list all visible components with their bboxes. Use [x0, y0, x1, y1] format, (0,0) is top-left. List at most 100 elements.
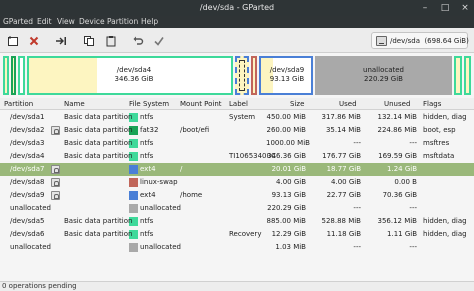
- cell-filesystem: ntfs: [140, 152, 154, 160]
- cell-size: 1.03 MiB: [275, 243, 306, 251]
- table-row[interactable]: /dev/sda2 Basic data partition fat32/boot/…: [0, 124, 474, 137]
- device-name: /dev/sda: [390, 37, 420, 45]
- cell-used: ---: [353, 204, 361, 212]
- col-partition[interactable]: Partition: [4, 100, 33, 108]
- menu-help[interactable]: Help: [141, 17, 158, 26]
- map-sda7[interactable]: [235, 56, 249, 95]
- map-sda5[interactable]: [454, 56, 462, 95]
- table-row[interactable]: /dev/sda6 Basic data partition ntfs Recover…: [0, 228, 474, 241]
- apply-icon: [153, 36, 164, 46]
- cell-used: 176.77 GiB: [322, 152, 361, 160]
- cell-size: 885.00 MiB: [266, 217, 306, 225]
- cell-used: ---: [353, 243, 361, 251]
- cell-filesystem: linux-swap: [140, 178, 178, 186]
- cell-size: 20.01 GiB: [271, 165, 306, 173]
- map-sda1[interactable]: [3, 56, 9, 95]
- cell-filesystem: ntfs: [140, 139, 154, 147]
- minimize-icon[interactable]: –: [420, 3, 430, 13]
- paste-icon: [106, 35, 115, 46]
- cell-unused: 1.24 GiB: [387, 165, 417, 173]
- col-label[interactable]: Label: [229, 100, 248, 108]
- copy-button[interactable]: [81, 33, 96, 48]
- cell-size: 260.00 MiB: [266, 126, 306, 134]
- cell-size: 93.13 GiB: [271, 191, 306, 199]
- lock-icon: [51, 191, 60, 200]
- cell-unused: 356.12 MiB: [377, 217, 417, 225]
- filesystem-color-swatch: [129, 165, 138, 174]
- cell-label: Recovery: [229, 230, 262, 238]
- col-mount-point[interactable]: Mount Point: [180, 100, 222, 108]
- cell-partition: /dev/sda5: [10, 217, 45, 225]
- cell-size: 4.00 GiB: [276, 178, 306, 186]
- table-row[interactable]: /dev/sda5 Basic data partition ntfs 885.00 …: [0, 215, 474, 228]
- col-size[interactable]: Size: [290, 100, 304, 108]
- cell-used: 18.77 GiB: [326, 165, 361, 173]
- menu-view[interactable]: View: [57, 17, 75, 26]
- table-row[interactable]: /dev/sda9 ext4/home 93.13 GiB 22.77 GiB 70.3…: [0, 189, 474, 202]
- cell-size: 12.29 GiB: [271, 230, 306, 238]
- cell-size: 1000.00 MiB: [266, 139, 310, 147]
- map-sda4[interactable]: /dev/sda4 346.36 GiB: [27, 56, 233, 95]
- cell-size: 220.29 GiB: [267, 204, 306, 212]
- menu-partition[interactable]: Partition: [107, 17, 138, 26]
- map-sda9[interactable]: /dev/sda9 93.13 GiB: [259, 56, 313, 95]
- status-text: 0 operations pending: [2, 282, 77, 290]
- cell-unused: 224.86 MiB: [377, 126, 417, 134]
- cell-label: System: [229, 113, 256, 121]
- map-sda4-size: 346.36 GiB: [114, 75, 154, 83]
- cell-partition: unallocated: [10, 204, 51, 212]
- resize-move-button[interactable]: [53, 33, 68, 48]
- col-used[interactable]: Used: [339, 100, 357, 108]
- cell-unused: 70.36 GiB: [382, 191, 417, 199]
- map-sda6[interactable]: [464, 56, 471, 95]
- new-partition-button[interactable]: [5, 33, 20, 48]
- table-row[interactable]: /dev/sda8 linux-swap 4.00 GiB 4.00 GiB 0.00 …: [0, 176, 474, 189]
- table-row[interactable]: unallocated unallocated 1.03 MiB --- ---: [0, 241, 474, 254]
- undo-button[interactable]: [130, 33, 145, 48]
- col-flags[interactable]: Flags: [423, 100, 441, 108]
- cell-partition: /dev/sda7: [10, 165, 45, 173]
- col-name[interactable]: Name: [64, 100, 85, 108]
- cell-used: 11.18 GiB: [326, 230, 361, 238]
- cell-used: 317.86 MiB: [321, 113, 361, 121]
- cell-name: Basic data partition: [64, 230, 133, 238]
- cell-filesystem: unallocated: [140, 204, 181, 212]
- delete-icon: [29, 36, 38, 45]
- cell-filesystem: ntfs: [140, 217, 154, 225]
- apply-button[interactable]: [151, 33, 166, 48]
- cell-partition: /dev/sda4: [10, 152, 45, 160]
- table-row[interactable]: /dev/sda7 ext4 / 20.01 GiB 18.77 GiB 1.24 GiB: [0, 163, 474, 176]
- table-row[interactable]: /dev/sda3 Basic data partition ntfs 1000.00…: [0, 137, 474, 150]
- map-sda3[interactable]: [18, 56, 25, 95]
- resize-move-icon: [55, 36, 66, 45]
- cell-filesystem: unallocated: [140, 243, 181, 251]
- close-icon[interactable]: ×: [460, 3, 470, 13]
- cell-filesystem: ntfs: [140, 230, 154, 238]
- map-unallocated-name: unallocated: [363, 66, 404, 74]
- col-filesystem[interactable]: File System: [129, 100, 169, 108]
- map-sda4-name: /dev/sda4: [116, 66, 152, 74]
- cell-size: 346.36 GiB: [267, 152, 306, 160]
- delete-partition-button[interactable]: [26, 33, 41, 48]
- table-row[interactable]: /dev/sda1 Basic data partition ntfs System 4…: [0, 111, 474, 124]
- new-partition-icon: [7, 35, 18, 46]
- maximize-icon[interactable]: □: [440, 3, 450, 13]
- device-selector[interactable]: /dev/sda (698.64 GiB): [371, 32, 469, 49]
- copy-icon: [83, 35, 94, 46]
- cell-partition: /dev/sda6: [10, 230, 45, 238]
- paste-button[interactable]: [103, 33, 118, 48]
- table-row[interactable]: /dev/sda4 Basic data partition ntfs TI10653…: [0, 150, 474, 163]
- table-row[interactable]: unallocated unallocated 220.29 GiB --- ---: [0, 202, 474, 215]
- filesystem-color-swatch: [129, 191, 138, 200]
- cell-flags: hidden, diag: [423, 217, 467, 225]
- cell-partition: /dev/sda8: [10, 178, 45, 186]
- menu-device[interactable]: Device: [79, 17, 105, 26]
- menu-edit[interactable]: Edit: [37, 17, 52, 26]
- map-sda8[interactable]: [251, 56, 257, 95]
- map-sda2[interactable]: [11, 56, 16, 95]
- undo-icon: [133, 36, 143, 45]
- menu-gparted[interactable]: GParted: [3, 17, 33, 26]
- cell-partition: /dev/sda1: [10, 113, 45, 121]
- map-unallocated[interactable]: unallocated 220.29 GiB: [315, 56, 452, 95]
- col-unused[interactable]: Unused: [384, 100, 410, 108]
